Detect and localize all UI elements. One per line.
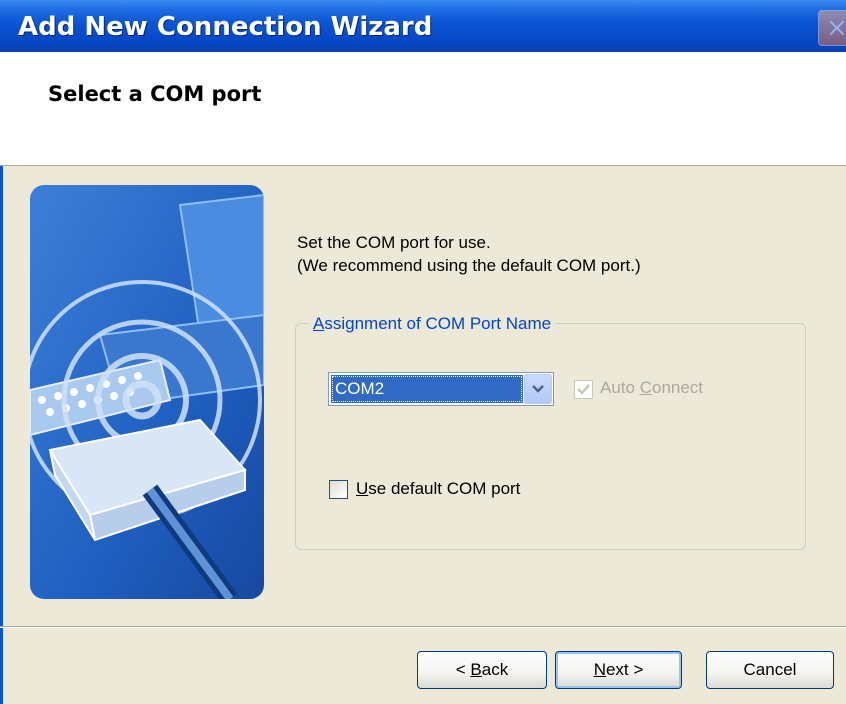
instructions: Set the COM port for use. (We recommend … xyxy=(297,231,641,277)
back-button[interactable]: < Back xyxy=(417,651,547,689)
legend-rest: ssignment of COM Port Name xyxy=(324,314,552,333)
instruction-line-2: (We recommend using the default COM port… xyxy=(297,256,641,275)
cancel-button[interactable]: Cancel xyxy=(706,651,834,689)
auto-connect-accelerator: C xyxy=(639,378,652,397)
combo-dropdown-button[interactable] xyxy=(524,374,552,404)
use-default-label[interactable]: Use default COM port xyxy=(356,479,520,499)
title-bar[interactable]: Add New Connection Wizard × xyxy=(0,0,846,52)
auto-connect-label: Auto Connect xyxy=(600,378,703,398)
next-button[interactable]: Next > xyxy=(555,651,682,689)
auto-connect-label-prefix: Auto xyxy=(600,378,640,397)
page-title: Select a COM port xyxy=(48,82,262,106)
close-icon: × xyxy=(826,13,846,43)
next-accelerator: N xyxy=(593,660,606,679)
back-prefix: < xyxy=(455,660,471,679)
banner-graphic xyxy=(30,185,264,599)
close-button[interactable]: × xyxy=(818,10,846,46)
use-default-checkbox[interactable] xyxy=(329,480,348,499)
back-accelerator: B xyxy=(470,660,482,679)
com-port-value: COM2 xyxy=(331,375,523,403)
footer-separator xyxy=(0,626,846,628)
group-legend: Assignment of COM Port Name xyxy=(309,314,556,334)
back-rest: ack xyxy=(481,660,509,679)
instruction-line-1: Set the COM port for use. xyxy=(297,233,491,252)
use-default-accelerator: U xyxy=(356,479,369,498)
chevron-down-icon xyxy=(532,385,544,393)
checkmark-icon xyxy=(577,384,590,395)
use-default-label-rest: se default COM port xyxy=(368,479,521,498)
wizard-header: Select a COM port xyxy=(0,52,846,166)
wireless-connection-illustration xyxy=(30,185,264,599)
legend-accelerator: A xyxy=(313,314,325,333)
auto-connect-label-rest: onnect xyxy=(651,378,704,397)
com-port-group xyxy=(295,323,806,550)
next-rest: ext > xyxy=(605,660,644,679)
auto-connect-checkbox[interactable] xyxy=(574,380,593,399)
window-title: Add New Connection Wizard xyxy=(18,12,433,42)
com-port-select[interactable]: COM2 xyxy=(328,372,554,406)
